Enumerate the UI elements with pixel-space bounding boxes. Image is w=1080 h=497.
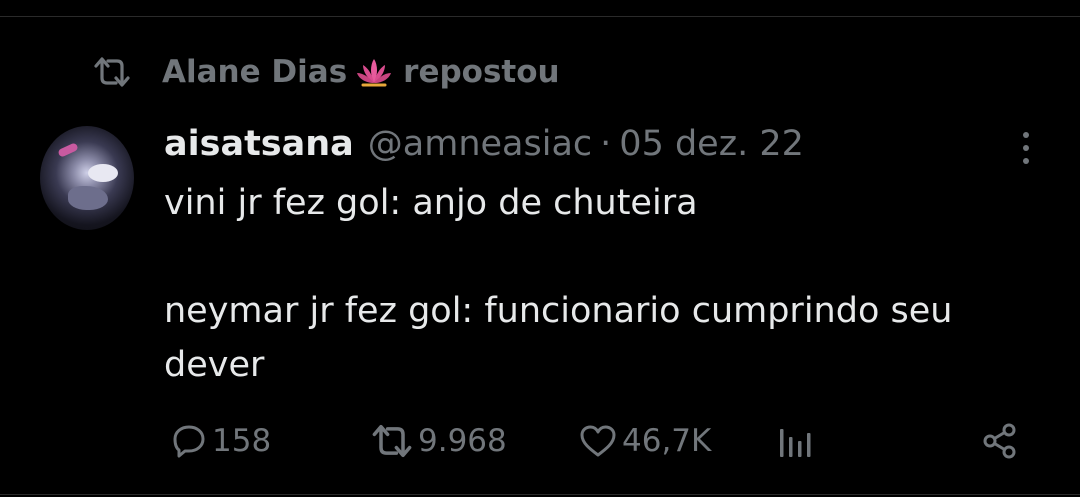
- avatar[interactable]: [40, 126, 134, 230]
- share-icon: [980, 421, 1020, 461]
- repost-icon: [370, 423, 414, 459]
- repost-label: repostou: [403, 54, 560, 90]
- reposter-name[interactable]: Alane Dias: [162, 54, 347, 90]
- repost-count: 9.968: [418, 423, 507, 459]
- tweet-date[interactable]: 05 dez. 22: [619, 124, 804, 164]
- action-bar: 158 9.968 46,7K: [164, 414, 1034, 468]
- views-button[interactable]: [776, 414, 816, 468]
- reply-button[interactable]: 158: [170, 414, 271, 468]
- reply-icon: [170, 422, 208, 460]
- like-button[interactable]: 46,7K: [578, 414, 711, 468]
- repost-context[interactable]: Alane Dias repostou: [92, 48, 560, 96]
- share-button[interactable]: [980, 414, 1020, 468]
- reply-count: 158: [212, 423, 272, 459]
- tweet-text: vini jr fez gol: anjo de chuteira neymar…: [164, 183, 953, 385]
- repost-icon: [92, 54, 136, 90]
- like-count: 46,7K: [622, 423, 712, 459]
- lotus-icon: [355, 54, 395, 90]
- separator-dot: ·: [600, 124, 612, 164]
- heart-icon: [578, 423, 618, 459]
- tweet-header: aisatsana @amneasiac · 05 dez. 22: [164, 120, 804, 168]
- repost-button[interactable]: 9.968: [370, 414, 507, 468]
- author-handle[interactable]: @amneasiac: [368, 124, 592, 164]
- top-divider: [0, 16, 1080, 17]
- bottom-divider: [0, 494, 1080, 495]
- analytics-icon: [776, 421, 816, 461]
- author-display-name[interactable]: aisatsana: [164, 124, 354, 164]
- more-options-icon[interactable]: [1008, 126, 1044, 170]
